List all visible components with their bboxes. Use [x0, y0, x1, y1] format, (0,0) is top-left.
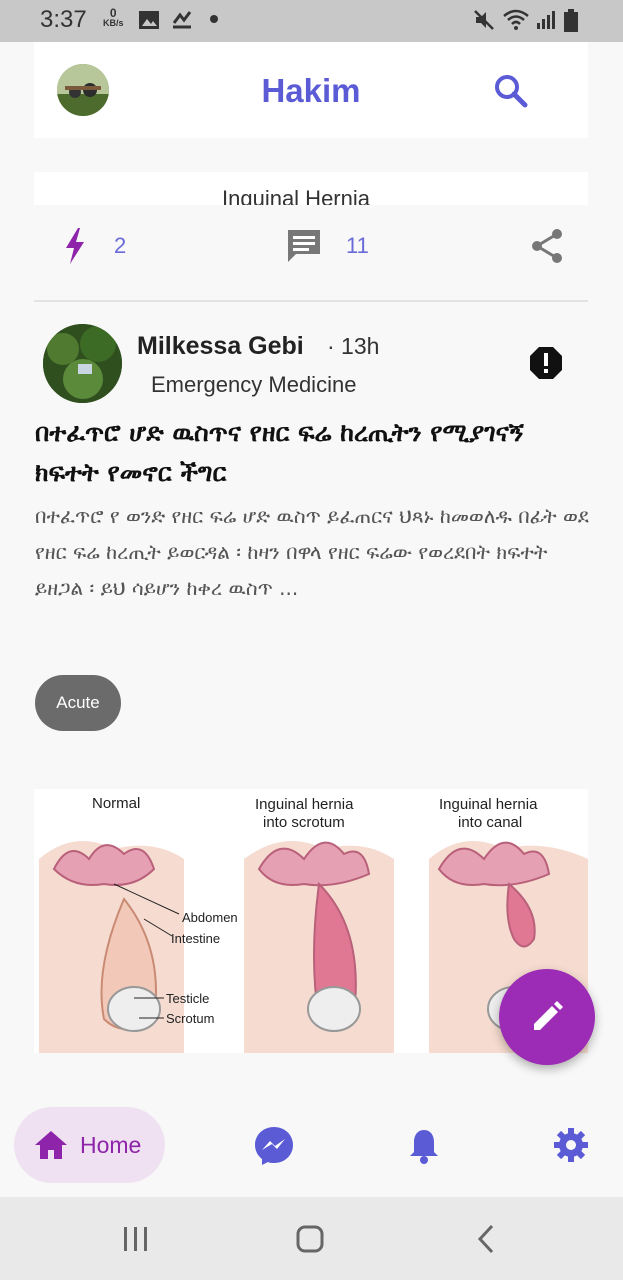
label-hernia-canal-line2: into canal: [458, 814, 522, 831]
post-title[interactable]: በተፈጥሮ ሆድ ዉስጥና የዘር ፍሬ ከረጢትን የሚያገናኝ ክፍተት የ…: [35, 413, 590, 493]
comment-button[interactable]: 11: [286, 228, 369, 264]
label-normal: Normal: [92, 795, 140, 812]
label-intestine: Intestine: [171, 931, 220, 946]
net-speed-indicator: 0 KB/s: [103, 6, 124, 28]
messenger-icon[interactable]: [253, 1125, 295, 1167]
gear-icon[interactable]: [554, 1128, 588, 1162]
nav-home[interactable]: Home: [14, 1107, 165, 1183]
label-hernia-scrotum-line1: Inguinal hernia: [255, 796, 354, 813]
label-hernia-canal-line1: Inguinal hernia: [439, 796, 538, 813]
label-scrotum: Scrotum: [166, 1011, 214, 1026]
post-divider: [34, 300, 588, 302]
like-count: 2: [114, 233, 127, 258]
report-icon[interactable]: [529, 346, 563, 380]
post-category[interactable]: Emergency Medicine: [151, 372, 356, 398]
previous-post-actions: 2 11: [34, 218, 588, 276]
recent-apps-icon[interactable]: [122, 1226, 150, 1252]
lightning-icon: [66, 228, 84, 264]
label-abdomen: Abdomen: [182, 910, 238, 925]
system-nav-bar: [0, 1197, 623, 1280]
comment-icon: [288, 230, 320, 262]
label-testicle: Testicle: [166, 991, 209, 1006]
tag-chip[interactable]: Acute: [35, 675, 121, 731]
previous-post-image-caption: Inguinal Hernia: [222, 186, 370, 205]
post-time: · 13h: [327, 333, 380, 359]
like-button[interactable]: 2: [64, 228, 126, 264]
previous-post-image[interactable]: Inguinal Hernia: [34, 172, 588, 205]
share-icon: [532, 229, 562, 263]
wifi-icon: [503, 9, 529, 30]
signal-icon: [537, 11, 555, 29]
nav-home-label: Home: [80, 1131, 142, 1158]
post-excerpt[interactable]: በተፈጥሮ የ ወንድ የዘር ፍሬ ሆድ ዉስጥ ይፈጠርና ህጻኑ ከመወለ…: [35, 498, 590, 606]
bottom-nav: Home: [0, 1093, 623, 1197]
status-bar: 3:37 0 KB/s: [0, 0, 623, 42]
author-avatar[interactable]: [43, 324, 122, 403]
comment-count: 11: [346, 233, 369, 258]
mute-icon: [474, 10, 494, 30]
post-author-name[interactable]: Milkessa Gebi: [137, 332, 304, 361]
sync-notification-icon: [172, 11, 192, 29]
search-icon[interactable]: [492, 72, 530, 110]
back-icon[interactable]: [476, 1224, 496, 1254]
label-hernia-scrotum-line2: into scrotum: [263, 814, 345, 831]
home-system-icon[interactable]: [296, 1225, 324, 1253]
pencil-icon: [534, 1001, 563, 1030]
status-time: 3:37: [40, 6, 87, 33]
battery-icon: [564, 9, 578, 32]
app-bar: Hakim: [34, 42, 588, 138]
compose-button[interactable]: [499, 969, 595, 1065]
bell-icon[interactable]: [408, 1127, 440, 1165]
more-notifications-dot: [210, 15, 218, 23]
image-notification-icon: [139, 11, 159, 29]
home-icon: [35, 1131, 67, 1159]
share-button[interactable]: [530, 228, 564, 264]
